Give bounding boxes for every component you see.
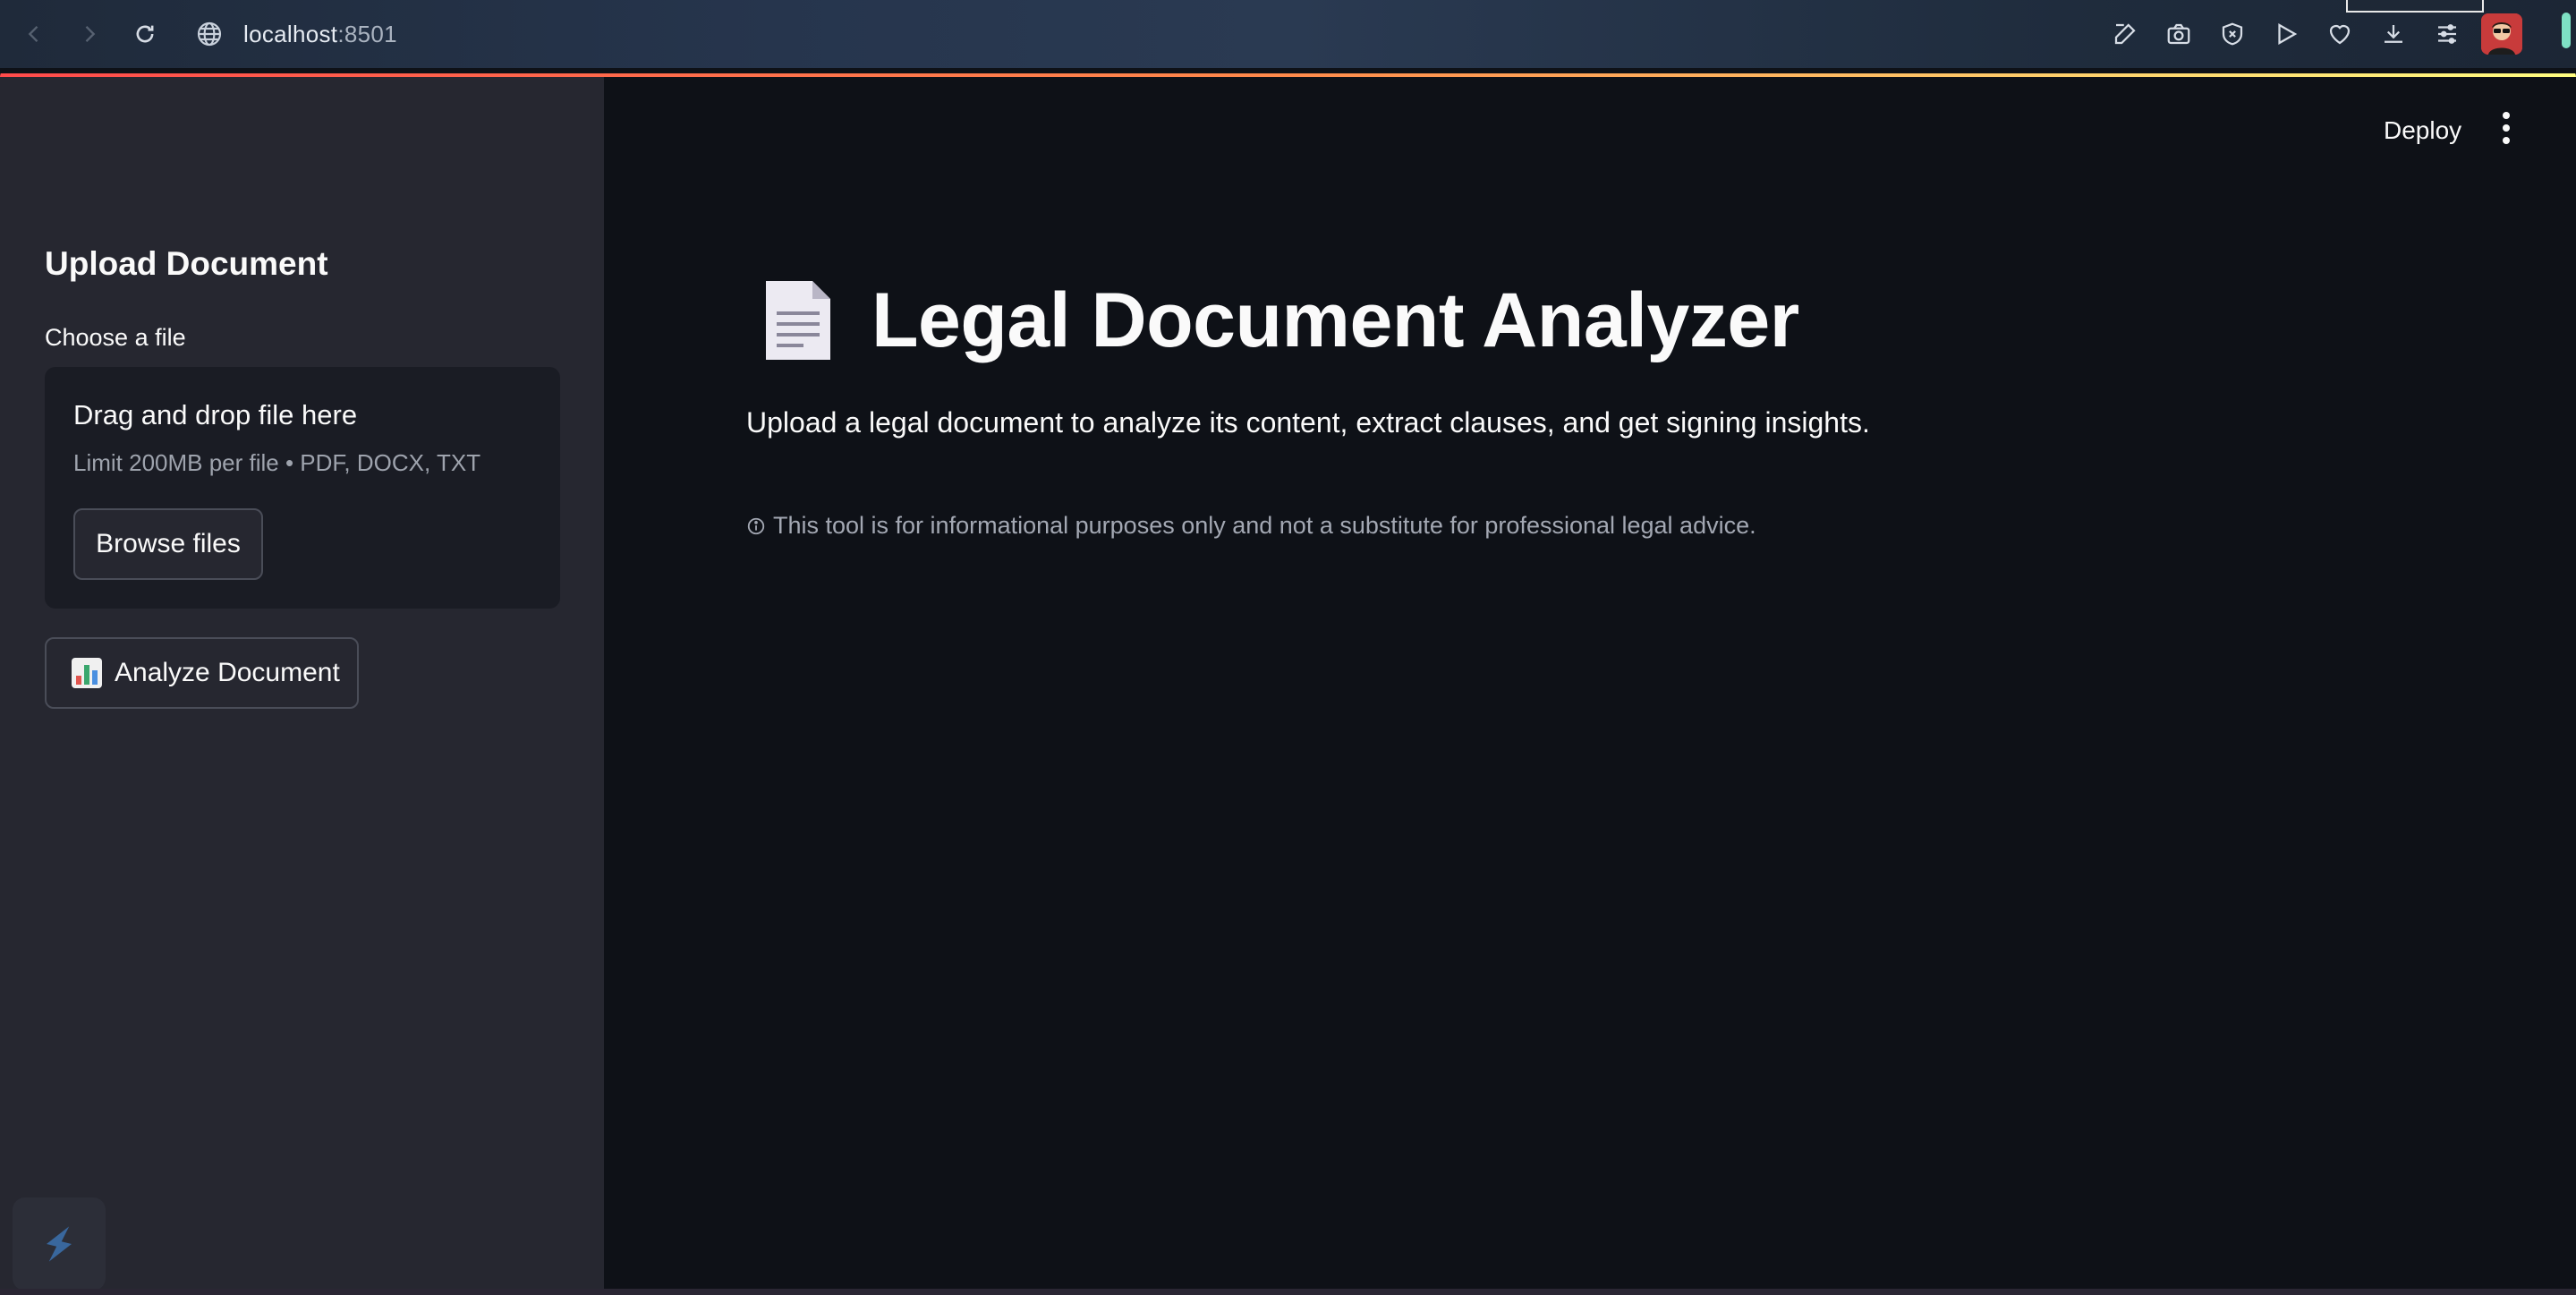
edit-icon bbox=[2114, 23, 2136, 45]
streamlit-logo-icon bbox=[47, 1226, 72, 1262]
url-text: localhost:8501 bbox=[243, 21, 397, 48]
browse-files-button[interactable]: Browse files bbox=[73, 508, 263, 580]
window-bottom-edge bbox=[0, 1289, 2576, 1295]
streamlit-badge[interactable] bbox=[13, 1197, 106, 1289]
page-title: Legal Document Analyzer bbox=[871, 277, 1799, 363]
deploy-button[interactable]: Deploy bbox=[2384, 116, 2461, 145]
disclaimer-text: This tool is for informational purposes … bbox=[773, 512, 1756, 539]
settings-icon bbox=[2438, 24, 2456, 44]
sidebar-heading: Upload Document bbox=[45, 245, 328, 282]
dropzone-title: Drag and drop file here bbox=[73, 399, 358, 430]
play-button[interactable] bbox=[2261, 9, 2311, 59]
streamlit-app: Upload Document Choose a file Drag and d… bbox=[0, 68, 2576, 1289]
vertical-dots-icon-dot bbox=[2503, 124, 2510, 132]
globe-icon bbox=[197, 21, 222, 47]
browser-toolbar: localhost:8501 bbox=[0, 0, 2576, 68]
tooltip-fragment bbox=[2346, 0, 2484, 13]
settings-button[interactable] bbox=[2422, 9, 2472, 59]
edit-button[interactable] bbox=[2100, 9, 2150, 59]
browser-extensions bbox=[2096, 9, 2522, 59]
file-uploader-label: Choose a file bbox=[45, 324, 186, 351]
forward-icon bbox=[85, 26, 96, 42]
dropzone-limit: Limit 200MB per file • PDF, DOCX, TXT bbox=[73, 449, 481, 476]
address-bar[interactable]: localhost:8501 bbox=[195, 9, 397, 59]
url-host: localhost bbox=[243, 20, 338, 47]
heart-icon bbox=[2329, 24, 2351, 45]
document-icon bbox=[766, 281, 830, 360]
screenshot-button[interactable] bbox=[2154, 9, 2204, 59]
download-icon bbox=[2385, 25, 2402, 43]
analyze-document-button[interactable]: Analyze Document bbox=[45, 637, 359, 709]
analyze-document-label: Analyze Document bbox=[115, 658, 340, 687]
reload-icon bbox=[136, 25, 154, 43]
url-port: :8501 bbox=[337, 20, 397, 47]
page-subtitle: Upload a legal document to analyze its c… bbox=[746, 406, 1870, 439]
shield-button[interactable] bbox=[2207, 9, 2257, 59]
back-icon bbox=[28, 26, 38, 42]
sidebar: Upload Document Choose a file Drag and d… bbox=[0, 77, 604, 1289]
profile-avatar[interactable] bbox=[2481, 13, 2522, 55]
scroll-indicator bbox=[2562, 13, 2571, 48]
downloads-button[interactable] bbox=[2368, 9, 2419, 59]
disclaimer: This tool is for informational purposes … bbox=[746, 512, 1756, 540]
reload-button[interactable] bbox=[120, 9, 170, 59]
avatar-icon bbox=[2481, 13, 2522, 55]
shield-icon bbox=[2222, 22, 2243, 46]
title-row: Legal Document Analyzer bbox=[761, 276, 1799, 365]
back-button[interactable] bbox=[9, 9, 59, 59]
bar-chart-icon bbox=[72, 658, 102, 688]
info-icon bbox=[747, 517, 765, 534]
file-dropzone[interactable]: Drag and drop file here Limit 200MB per … bbox=[45, 367, 560, 609]
favorite-button[interactable] bbox=[2315, 9, 2365, 59]
camera-icon bbox=[2167, 23, 2190, 45]
vertical-dots-icon bbox=[2503, 112, 2510, 119]
vertical-dots-icon-dot bbox=[2503, 137, 2510, 144]
main-menu-button[interactable] bbox=[2491, 106, 2521, 150]
forward-button[interactable] bbox=[64, 9, 115, 59]
play-icon bbox=[2278, 23, 2298, 45]
